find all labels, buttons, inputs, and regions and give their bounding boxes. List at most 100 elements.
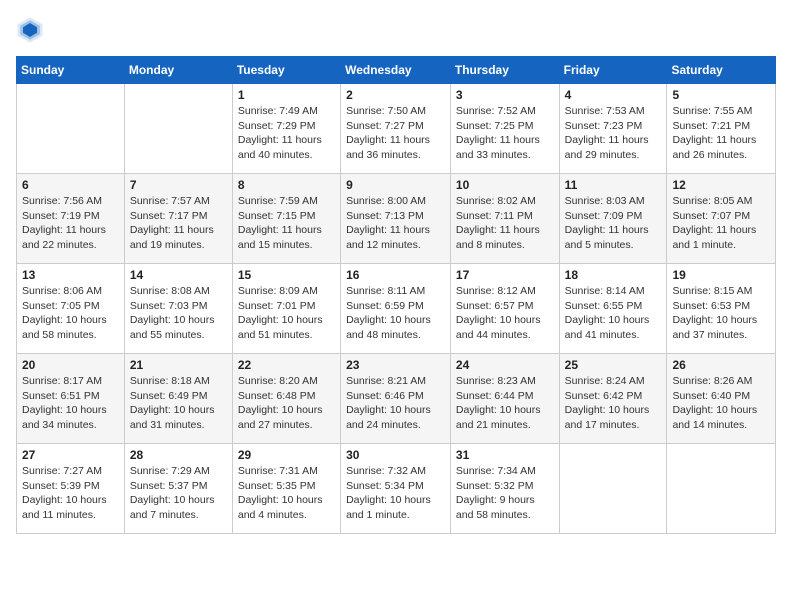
day-of-week-header: Friday [559,57,667,84]
day-info: Sunrise: 7:31 AM Sunset: 5:35 PM Dayligh… [238,464,335,523]
day-info: Sunrise: 7:53 AM Sunset: 7:23 PM Dayligh… [565,104,662,163]
calendar-cell: 26Sunrise: 8:26 AM Sunset: 6:40 PM Dayli… [667,354,776,444]
day-info: Sunrise: 8:11 AM Sunset: 6:59 PM Dayligh… [346,284,445,343]
day-of-week-header: Thursday [450,57,559,84]
calendar-week-row: 20 Sunrise: 8:17 AM Sunset: 6:51 PM Dayli… [17,354,776,444]
calendar-week-row: 6 Sunrise: 7:56 AM Sunset: 7:19 PM Daylig… [17,174,776,264]
day-number: 8 [238,178,335,192]
day-number: 9 [346,178,445,192]
calendar-cell: 25 Sunrise: 8:24 AM Sunset: 6:42 PM Dayli… [559,354,667,444]
calendar-cell: 30 Sunrise: 7:32 AM Sunset: 5:34 PM Dayli… [341,444,451,534]
day-info: Sunrise: 8:15 AM Sunset: 6:53 PM Dayligh… [672,284,770,343]
calendar-cell: 6 Sunrise: 7:56 AM Sunset: 7:19 PM Daylig… [17,174,125,264]
day-info: Sunrise: 8:24 AM Sunset: 6:42 PM Dayligh… [565,374,662,433]
day-number: 4 [565,88,662,102]
calendar-cell: 31Sunrise: 7:34 AM Sunset: 5:32 PM Dayli… [450,444,559,534]
day-info: Sunrise: 8:09 AM Sunset: 7:01 PM Dayligh… [238,284,335,343]
day-info: Sunrise: 7:50 AM Sunset: 7:27 PM Dayligh… [346,104,445,163]
day-number: 30 [346,448,445,462]
calendar-cell: 4 Sunrise: 7:53 AM Sunset: 7:23 PM Daylig… [559,84,667,174]
day-info: Sunrise: 8:06 AM Sunset: 7:05 PM Dayligh… [22,284,119,343]
calendar-cell: 29 Sunrise: 7:31 AM Sunset: 5:35 PM Dayli… [232,444,340,534]
day-info: Sunrise: 7:49 AM Sunset: 7:29 PM Dayligh… [238,104,335,163]
day-number: 21 [130,358,227,372]
calendar-cell: 27 Sunrise: 7:27 AM Sunset: 5:39 PM Dayli… [17,444,125,534]
day-number: 25 [565,358,662,372]
calendar-cell: 7 Sunrise: 7:57 AM Sunset: 7:17 PM Daylig… [124,174,232,264]
day-number: 14 [130,268,227,282]
calendar-cell: 11Sunrise: 8:03 AM Sunset: 7:09 PM Dayli… [559,174,667,264]
day-info: Sunrise: 7:32 AM Sunset: 5:34 PM Dayligh… [346,464,445,523]
calendar-cell: 12 Sunrise: 8:05 AM Sunset: 7:07 PM Dayli… [667,174,776,264]
calendar-cell: 28 Sunrise: 7:29 AM Sunset: 5:37 PM Dayli… [124,444,232,534]
calendar-cell: 15 Sunrise: 8:09 AM Sunset: 7:01 PM Dayli… [232,264,340,354]
day-number: 15 [238,268,335,282]
day-number: 7 [130,178,227,192]
logo-icon [16,16,44,44]
day-of-week-header: Wednesday [341,57,451,84]
day-info: Sunrise: 8:02 AM Sunset: 7:11 PM Dayligh… [456,194,554,253]
day-number: 1 [238,88,335,102]
day-info: Sunrise: 7:34 AM Sunset: 5:32 PM Dayligh… [456,464,554,523]
day-info: Sunrise: 7:57 AM Sunset: 7:17 PM Dayligh… [130,194,227,253]
calendar-cell [124,84,232,174]
day-info: Sunrise: 7:29 AM Sunset: 5:37 PM Dayligh… [130,464,227,523]
calendar-cell: 23Sunrise: 8:21 AM Sunset: 6:46 PM Dayli… [341,354,451,444]
day-info: Sunrise: 8:12 AM Sunset: 6:57 PM Dayligh… [456,284,554,343]
day-number: 29 [238,448,335,462]
calendar-cell: 19 Sunrise: 8:15 AM Sunset: 6:53 PM Dayli… [667,264,776,354]
calendar-cell: 21 Sunrise: 8:18 AM Sunset: 6:49 PM Dayli… [124,354,232,444]
day-info: Sunrise: 8:05 AM Sunset: 7:07 PM Dayligh… [672,194,770,253]
calendar-week-row: 13 Sunrise: 8:06 AM Sunset: 7:05 PM Dayli… [17,264,776,354]
calendar-cell: 3 Sunrise: 7:52 AM Sunset: 7:25 PM Daylig… [450,84,559,174]
calendar-week-row: 27 Sunrise: 7:27 AM Sunset: 5:39 PM Dayli… [17,444,776,534]
day-info: Sunrise: 8:00 AM Sunset: 7:13 PM Dayligh… [346,194,445,253]
day-info: Sunrise: 7:56 AM Sunset: 7:19 PM Dayligh… [22,194,119,253]
calendar-cell: 9 Sunrise: 8:00 AM Sunset: 7:13 PM Daylig… [341,174,451,264]
day-number: 11 [565,178,662,192]
day-number: 2 [346,88,445,102]
page-header [16,16,776,44]
calendar-cell: 5Sunrise: 7:55 AM Sunset: 7:21 PM Daylig… [667,84,776,174]
logo [16,16,48,44]
calendar-cell: 16 Sunrise: 8:11 AM Sunset: 6:59 PM Dayli… [341,264,451,354]
calendar-cell: 24Sunrise: 8:23 AM Sunset: 6:44 PM Dayli… [450,354,559,444]
calendar-cell: 10 Sunrise: 8:02 AM Sunset: 7:11 PM Dayli… [450,174,559,264]
day-of-week-header: Tuesday [232,57,340,84]
day-number: 3 [456,88,554,102]
day-number: 10 [456,178,554,192]
calendar-cell: 13 Sunrise: 8:06 AM Sunset: 7:05 PM Dayli… [17,264,125,354]
day-number: 19 [672,268,770,282]
calendar-cell: 8 Sunrise: 7:59 AM Sunset: 7:15 PM Daylig… [232,174,340,264]
days-of-week-row: SundayMondayTuesdayWednesdayThursdayFrid… [17,57,776,84]
calendar-cell: 20 Sunrise: 8:17 AM Sunset: 6:51 PM Dayli… [17,354,125,444]
day-info: Sunrise: 7:27 AM Sunset: 5:39 PM Dayligh… [22,464,119,523]
day-info: Sunrise: 8:21 AM Sunset: 6:46 PM Dayligh… [346,374,445,433]
day-number: 12 [672,178,770,192]
day-info: Sunrise: 8:17 AM Sunset: 6:51 PM Dayligh… [22,374,119,433]
calendar-cell [559,444,667,534]
day-number: 24 [456,358,554,372]
day-number: 28 [130,448,227,462]
calendar-cell: 18 Sunrise: 8:14 AM Sunset: 6:55 PM Dayli… [559,264,667,354]
day-info: Sunrise: 7:52 AM Sunset: 7:25 PM Dayligh… [456,104,554,163]
day-number: 6 [22,178,119,192]
calendar-cell: 17 Sunrise: 8:12 AM Sunset: 6:57 PM Dayli… [450,264,559,354]
day-of-week-header: Monday [124,57,232,84]
day-number: 17 [456,268,554,282]
calendar-cell: 22Sunrise: 8:20 AM Sunset: 6:48 PM Dayli… [232,354,340,444]
day-info: Sunrise: 8:14 AM Sunset: 6:55 PM Dayligh… [565,284,662,343]
day-number: 13 [22,268,119,282]
day-number: 22 [238,358,335,372]
day-number: 16 [346,268,445,282]
day-info: Sunrise: 7:59 AM Sunset: 7:15 PM Dayligh… [238,194,335,253]
day-number: 27 [22,448,119,462]
calendar-cell: 14 Sunrise: 8:08 AM Sunset: 7:03 PM Dayli… [124,264,232,354]
day-number: 20 [22,358,119,372]
day-info: Sunrise: 8:08 AM Sunset: 7:03 PM Dayligh… [130,284,227,343]
calendar-cell: 1 Sunrise: 7:49 AM Sunset: 7:29 PM Daylig… [232,84,340,174]
day-info: Sunrise: 8:18 AM Sunset: 6:49 PM Dayligh… [130,374,227,433]
day-number: 18 [565,268,662,282]
calendar-week-row: 1 Sunrise: 7:49 AM Sunset: 7:29 PM Daylig… [17,84,776,174]
calendar-cell [667,444,776,534]
